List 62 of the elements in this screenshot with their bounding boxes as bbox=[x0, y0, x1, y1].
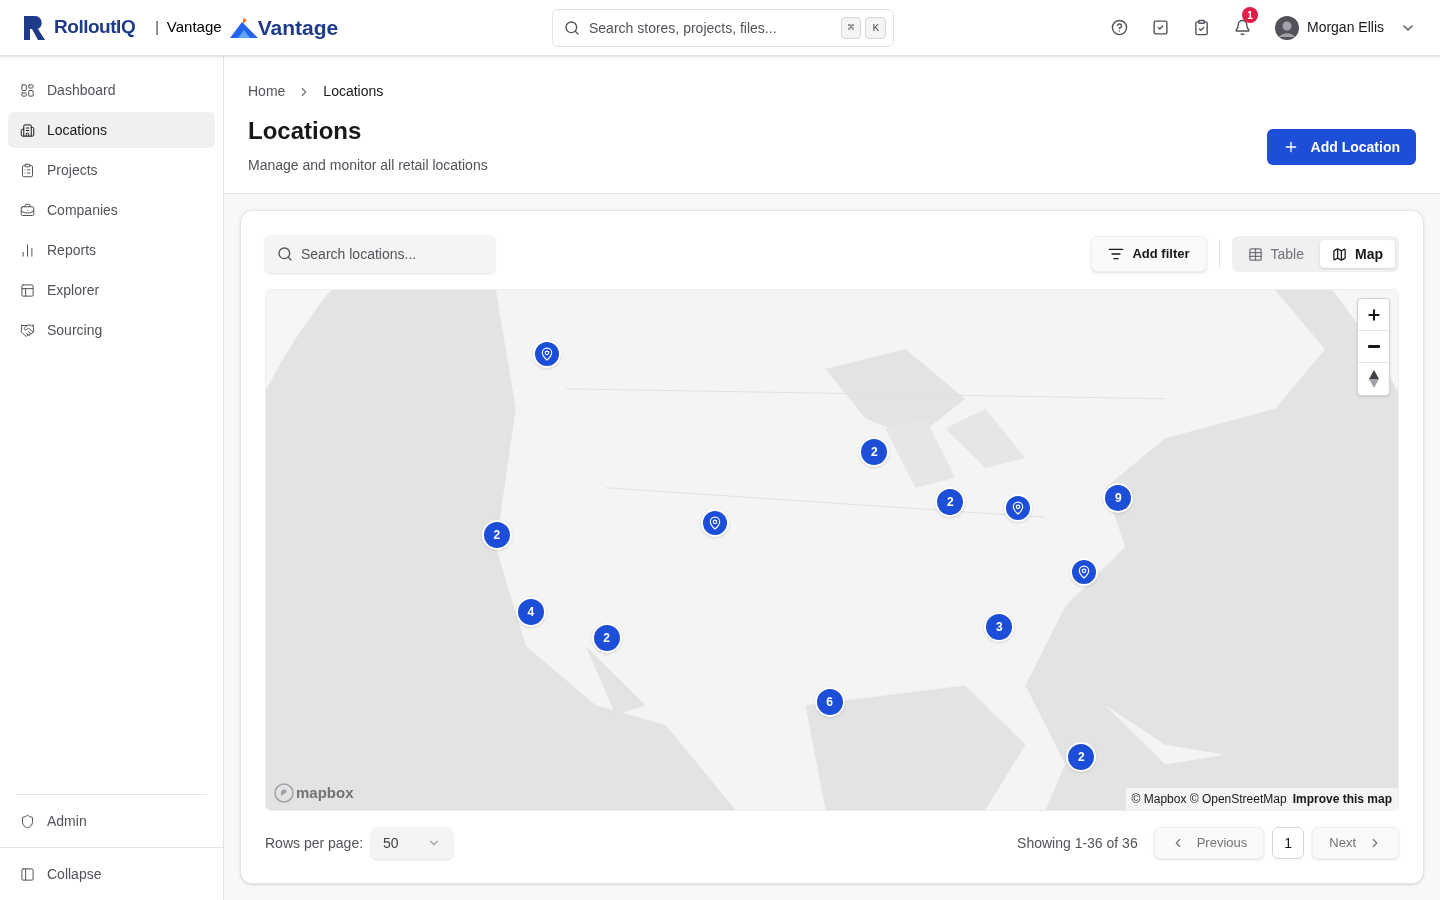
mountain-logo-icon bbox=[229, 17, 258, 38]
avatar-icon[interactable] bbox=[1274, 15, 1299, 40]
checkbox-icon[interactable] bbox=[1151, 19, 1169, 36]
map-pin-icon bbox=[707, 516, 722, 531]
dashboard-icon bbox=[20, 82, 35, 98]
layout-icon bbox=[20, 282, 35, 298]
search-icon bbox=[277, 246, 293, 262]
search-icon bbox=[564, 19, 580, 36]
brand-name: RolloutIQ bbox=[54, 15, 136, 40]
sidebar-item[interactable]: Explorer bbox=[8, 272, 215, 308]
page-subtitle: Manage and monitor all retail locations bbox=[248, 156, 488, 175]
collapse-button[interactable]: Collapse bbox=[8, 856, 215, 892]
next-button[interactable]: Next bbox=[1312, 827, 1399, 859]
sidebar-item[interactable]: Projects bbox=[8, 152, 215, 188]
briefcase-icon bbox=[20, 202, 35, 218]
map-view[interactable]: 2 2 9 2 4 2 3 6 2 mapbox © Mapbox © OpenStreetMap Improve this map bbox=[265, 289, 1399, 811]
mapbox-logo[interactable]: mapbox bbox=[296, 781, 354, 804]
page-title: Locations bbox=[248, 116, 363, 146]
add-location-button[interactable]: Add Location bbox=[1266, 129, 1416, 165]
table-icon bbox=[1247, 246, 1263, 262]
map-pin-icon bbox=[1011, 501, 1026, 516]
map-icon bbox=[1332, 246, 1347, 262]
view-tab[interactable]: Table bbox=[1235, 240, 1316, 268]
rows-per-page-select[interactable]: 50 bbox=[371, 827, 454, 859]
location-search-field[interactable]: Search locations... bbox=[265, 235, 495, 273]
add-filter-button[interactable]: Add filter bbox=[1091, 236, 1207, 272]
building-icon bbox=[20, 122, 35, 138]
sidebar-item[interactable]: Locations bbox=[8, 112, 215, 148]
notifications-icon[interactable] bbox=[1233, 19, 1251, 36]
shield-icon bbox=[20, 813, 35, 829]
plus-icon bbox=[1365, 306, 1382, 323]
clipboard-check-icon[interactable] bbox=[1192, 19, 1210, 36]
help-icon[interactable] bbox=[1110, 19, 1128, 36]
minus-icon bbox=[1367, 345, 1380, 348]
product-logo: Vantage bbox=[257, 14, 339, 41]
rows-per-page-label: Rows per page: bbox=[265, 833, 364, 853]
sidebar-item[interactable]: Reports bbox=[8, 232, 215, 268]
attribution-text[interactable]: © Mapbox © OpenStreetMap bbox=[1131, 790, 1287, 808]
mapbox-logo-icon bbox=[274, 782, 294, 803]
filter-icon bbox=[1108, 246, 1125, 262]
handshake-icon bbox=[20, 322, 35, 338]
previous-button[interactable]: Previous bbox=[1153, 827, 1265, 859]
map-pin-icon bbox=[1077, 564, 1092, 579]
compass-icon bbox=[1368, 370, 1379, 388]
notification-badge: 1 bbox=[1241, 7, 1258, 23]
bar-chart-icon bbox=[20, 242, 35, 258]
improve-map-link[interactable]: Improve this map bbox=[1292, 790, 1392, 808]
sidebar-item[interactable]: Dashboard bbox=[8, 72, 215, 108]
user-name[interactable]: Morgan Ellis bbox=[1306, 17, 1384, 38]
sidebar-item[interactable]: Admin bbox=[8, 803, 215, 839]
sidebar-item[interactable]: Companies bbox=[8, 192, 215, 228]
brand-separator: | bbox=[155, 18, 159, 37]
sidebar-item[interactable]: Sourcing bbox=[8, 312, 215, 348]
product-label: Vantage bbox=[166, 17, 222, 38]
panel-icon bbox=[20, 866, 35, 882]
map-pin-icon bbox=[539, 347, 554, 362]
view-tab[interactable]: Map bbox=[1320, 240, 1395, 268]
showing-count: Showing 1-36 of 36 bbox=[1017, 833, 1138, 853]
logo-icon bbox=[24, 15, 46, 40]
clipboard-icon bbox=[20, 162, 35, 178]
breadcrumb-link[interactable]: Home bbox=[248, 81, 286, 102]
page-button[interactable]: 1 bbox=[1272, 827, 1305, 859]
